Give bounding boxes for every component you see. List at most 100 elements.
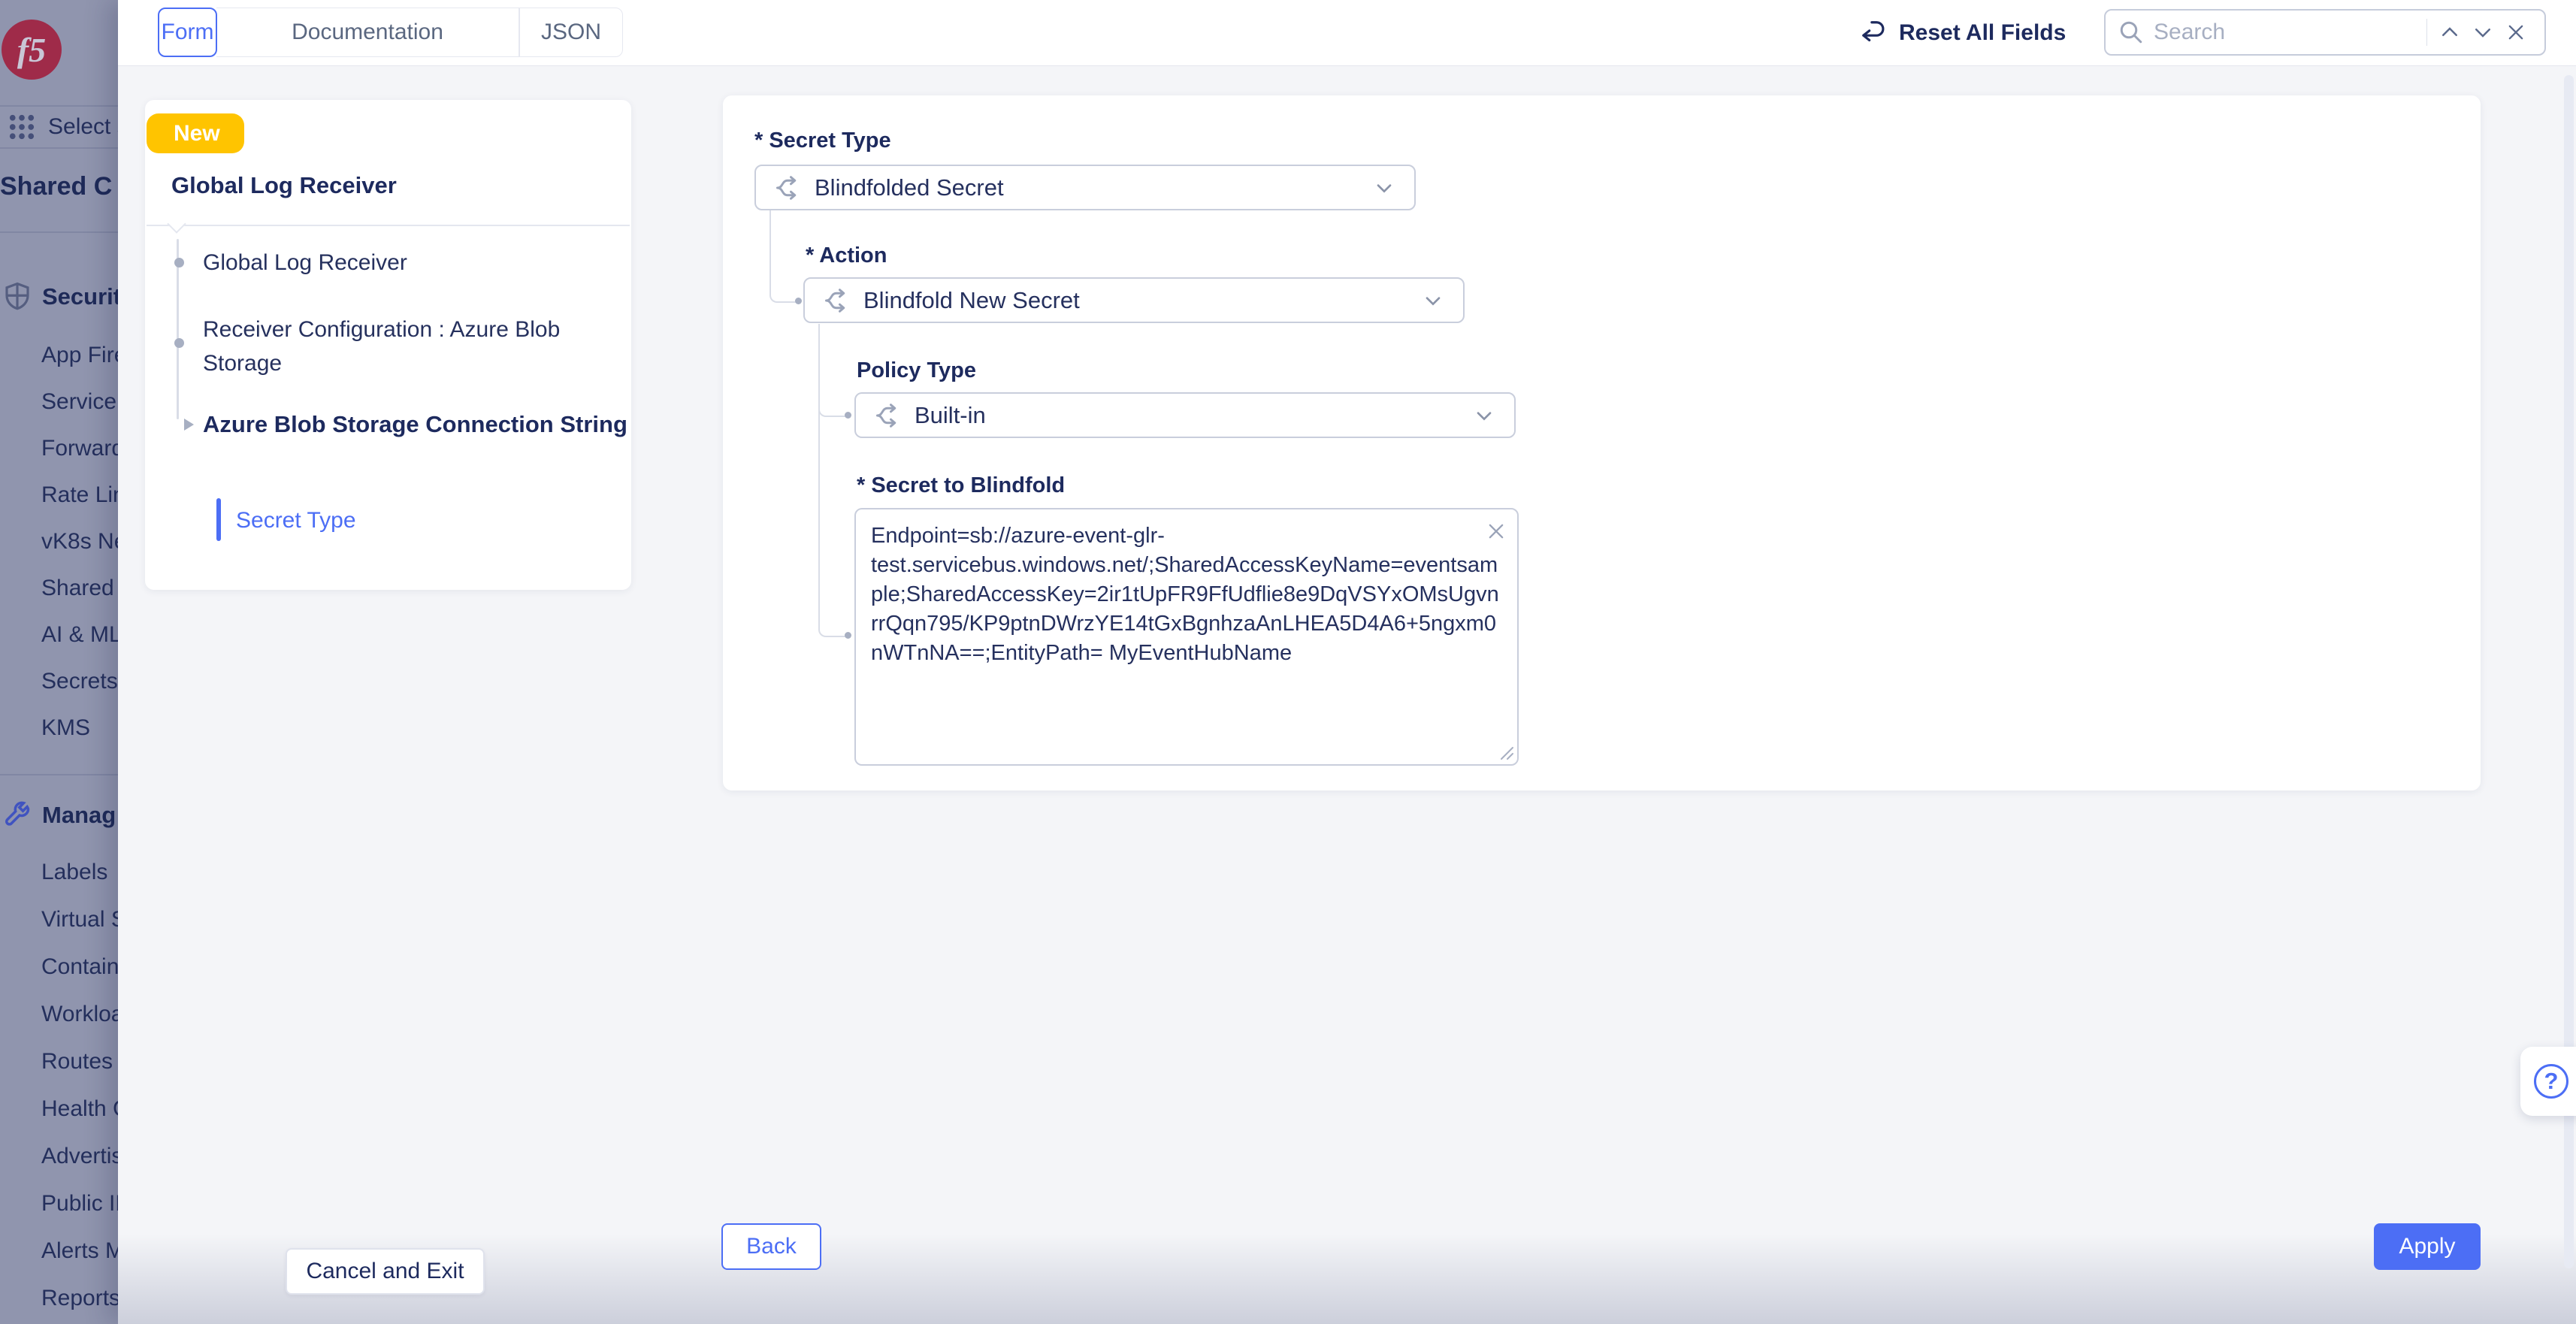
sidebar-divider xyxy=(0,231,118,233)
sidebar-item[interactable]: Secrets xyxy=(41,658,118,705)
sidebar-item[interactable]: App Fire xyxy=(41,332,118,379)
help-glyph: ? xyxy=(2544,1068,2559,1095)
one-of-fork-icon xyxy=(823,287,850,314)
sidebar-item[interactable]: KMS xyxy=(41,705,118,751)
f5-logo-text: f5 xyxy=(17,30,46,70)
secret-type-label: * Secret Type xyxy=(754,128,891,153)
resize-handle-icon[interactable] xyxy=(1498,745,1515,761)
one-of-fork-icon xyxy=(774,174,801,201)
policy-type-label: Policy Type xyxy=(857,358,976,383)
action-select[interactable]: Blindfold New Secret xyxy=(803,277,1465,323)
sidebar-item[interactable]: Rate Lin xyxy=(41,472,118,518)
sidebar-workspace-heading: Shared C xyxy=(0,166,118,207)
sidebar-item[interactable]: Health C xyxy=(41,1085,118,1132)
sidebar-item[interactable]: Alerts M xyxy=(41,1227,118,1274)
search-separator xyxy=(2426,19,2427,46)
wizard-nav-card: New Global Log Receiver Global Log Recei… xyxy=(145,100,631,590)
sidebar-divider xyxy=(0,774,118,775)
wizard-active-field-secret-type[interactable]: Secret Type xyxy=(236,508,356,534)
sidebar-manage-items: LabelsVirtual SContainWorkloaRoutesHealt… xyxy=(41,848,118,1322)
wizard-step-connection-string[interactable]: Azure Blob Storage Connection String xyxy=(203,405,627,444)
sidebar-item[interactable]: Reports xyxy=(41,1274,118,1322)
sidebar-item[interactable]: Advertis xyxy=(41,1132,118,1180)
reset-label: Reset All Fields xyxy=(1899,20,2066,46)
form-card: * Secret Type Blindfolded Secret * Actio… xyxy=(723,95,2481,790)
screen: f5 Select s Shared C Securit App FireSer… xyxy=(0,0,2576,1324)
tab-documentation[interactable]: Documentation xyxy=(216,8,519,57)
tree-arrow-icon xyxy=(184,419,194,431)
workspace-heading-label: Shared C xyxy=(0,172,112,201)
field-connector xyxy=(769,210,798,303)
field-connector xyxy=(818,324,848,637)
search-next-icon[interactable] xyxy=(2466,16,2499,49)
apply-button[interactable]: Apply xyxy=(2374,1223,2481,1270)
active-field-indicator xyxy=(216,498,221,541)
chevron-down-icon xyxy=(1372,176,1396,200)
sidebar-security-items: App FireServiceForwardRate LinvK8s NeSha… xyxy=(41,332,118,751)
help-button[interactable]: ? xyxy=(2520,1047,2576,1116)
grid-icon xyxy=(6,111,38,143)
step-label: Azure Blob Storage Connection String xyxy=(203,411,627,437)
collapse-notch-icon xyxy=(167,214,186,233)
tab-label: JSON xyxy=(541,20,601,45)
search-prev-icon[interactable] xyxy=(2433,16,2466,49)
connector-dot-icon xyxy=(795,298,802,304)
sidebar-item[interactable]: Forward xyxy=(41,425,118,472)
reset-all-fields-button[interactable]: Reset All Fields xyxy=(1860,0,2066,66)
sidebar-item[interactable]: Workloa xyxy=(41,990,118,1038)
search-close-icon[interactable] xyxy=(2499,16,2532,49)
action-label: * Action xyxy=(806,243,887,268)
sidebar-item[interactable]: vK8s Ne xyxy=(41,518,118,565)
app-sidebar: f5 Select s Shared C Securit App FireSer… xyxy=(0,0,118,1324)
wizard-step-global-log-receiver[interactable]: Global Log Receiver xyxy=(203,246,627,280)
tab-label: Form xyxy=(162,20,214,45)
sidebar-item[interactable]: Virtual S xyxy=(41,896,118,943)
tab-form[interactable]: Form xyxy=(158,8,217,57)
search-input[interactable]: Search xyxy=(2104,9,2546,56)
sidebar-divider xyxy=(0,147,118,149)
wrench-icon xyxy=(2,800,33,831)
secret-type-select[interactable]: Blindfolded Secret xyxy=(754,165,1416,210)
secret-type-value: Blindfolded Secret xyxy=(815,174,1372,201)
policy-type-select[interactable]: Built-in xyxy=(854,392,1516,438)
secret-to-blindfold-label: * Secret to Blindfold xyxy=(857,473,1065,498)
help-question-icon: ? xyxy=(2534,1064,2568,1099)
f5-logo-icon: f5 xyxy=(2,20,62,80)
tab-label: Documentation xyxy=(292,20,443,45)
step-label: Receiver Configuration : Azure Blob Stor… xyxy=(203,317,560,376)
reset-icon xyxy=(1860,19,1888,47)
chevron-down-icon xyxy=(1472,404,1496,428)
tree-dot-icon xyxy=(174,338,184,348)
policy-type-value: Built-in xyxy=(915,402,1472,429)
action-value: Blindfold New Secret xyxy=(863,287,1421,314)
sidebar-section-label: Securit xyxy=(42,283,118,310)
shield-icon xyxy=(2,281,33,313)
sidebar-item[interactable]: Labels xyxy=(41,848,118,896)
sidebar-item-label: Select s xyxy=(48,114,118,140)
tab-json[interactable]: JSON xyxy=(519,8,623,57)
status-badge-new: New xyxy=(147,113,244,153)
sidebar-item[interactable]: Routes xyxy=(41,1038,118,1085)
sidebar-section-security[interactable]: Securit xyxy=(0,277,118,317)
chevron-down-icon xyxy=(1421,289,1445,313)
divider xyxy=(147,225,630,226)
sidebar-item[interactable]: AI & ML xyxy=(41,612,118,658)
one-of-fork-icon xyxy=(874,402,901,429)
wizard-step-receiver-configuration[interactable]: Receiver Configuration : Azure Blob Stor… xyxy=(203,313,627,380)
modal-header: Form Documentation JSON Reset All Fields… xyxy=(118,0,2576,66)
search-placeholder: Search xyxy=(2154,20,2420,45)
sidebar-section-manage[interactable]: Manag xyxy=(0,795,118,836)
sidebar-item[interactable]: Shared xyxy=(41,565,118,612)
clear-field-icon[interactable] xyxy=(1481,516,1511,546)
sidebar-section-label: Manag xyxy=(42,802,116,829)
sidebar-item[interactable]: Service xyxy=(41,379,118,425)
wizard-title: Global Log Receiver xyxy=(171,172,397,199)
secret-to-blindfold-textarea[interactable]: Endpoint=sb://azure-event-glr-test.servi… xyxy=(854,508,1519,766)
sidebar-item-select-service[interactable]: Select s xyxy=(0,107,118,147)
sidebar-item[interactable]: Public IP xyxy=(41,1180,118,1227)
back-button[interactable]: Back xyxy=(721,1223,821,1270)
tree-dot-icon xyxy=(174,258,184,268)
sidebar-item[interactable]: Contain xyxy=(41,943,118,990)
connector-dot-icon xyxy=(845,632,851,639)
cancel-and-exit-button[interactable]: Cancel and Exit xyxy=(286,1248,485,1295)
